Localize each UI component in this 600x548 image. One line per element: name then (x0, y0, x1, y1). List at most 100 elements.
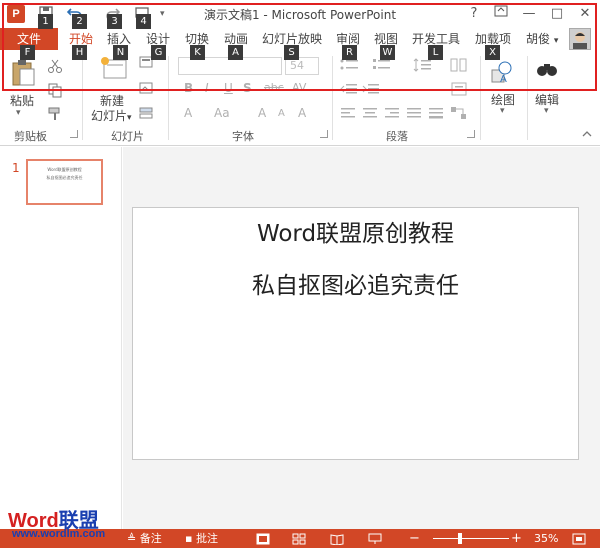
avatar[interactable] (569, 28, 591, 50)
comments-icon: ▪ (185, 532, 193, 545)
clipboard-launcher-icon[interactable] (70, 130, 78, 138)
paste-icon[interactable] (10, 58, 36, 91)
group-label-font: 字体 (232, 130, 254, 143)
group-label-paragraph: 段落 (386, 130, 408, 143)
group-separator (527, 56, 528, 140)
zoom-in-button[interactable]: + (511, 529, 522, 548)
maximize-icon[interactable]: □ (546, 4, 568, 24)
drawing-icon[interactable]: A (490, 60, 514, 87)
text-direction-icon[interactable] (450, 82, 468, 99)
keytip-qat-2: 2 (72, 14, 87, 29)
fit-slide-icon[interactable] (572, 529, 586, 548)
text-shadow-icon[interactable]: S (243, 81, 252, 95)
customize-qat-icon[interactable]: ▾ (160, 5, 178, 23)
line-spacing-icon[interactable] (413, 58, 433, 75)
decrease-font-size-icon[interactable]: A (278, 108, 285, 119)
columns-icon[interactable] (450, 58, 468, 75)
help-icon[interactable]: ? (463, 4, 485, 24)
title-bar: P ▾ 演示文稿1 - Microsoft PowerPoint ? — □ ✕ (0, 0, 600, 28)
italic-icon[interactable]: I (205, 81, 209, 95)
strikethrough-icon[interactable]: abc (264, 81, 284, 94)
keytip-slide-show: S (284, 45, 299, 60)
chevron-down-icon: ▾ (127, 113, 132, 123)
zoom-slider[interactable] (433, 538, 509, 539)
font-launcher-icon[interactable] (320, 130, 328, 138)
zoom-slider-thumb[interactable] (457, 533, 462, 544)
ribbon: 粘贴 ▾ 剪贴板 新建 幻灯片▾ 幻灯片 54 B I U S abc AV A… (0, 50, 600, 146)
clear-formatting-icon[interactable]: A (298, 106, 306, 120)
notes-label: 备注 (139, 532, 162, 545)
group-separator (332, 56, 333, 140)
collapse-ribbon-icon[interactable] (582, 130, 592, 141)
watermark-url: www.wordlm.com (12, 528, 106, 540)
numbering-icon[interactable] (372, 58, 392, 75)
comments-button[interactable]: ▪ 批注 (185, 529, 218, 548)
keytip-animations: A (228, 45, 243, 60)
character-spacing-icon[interactable]: AV (292, 81, 306, 94)
chevron-down-icon: ▾ (553, 36, 559, 46)
svg-text:A: A (500, 74, 507, 84)
slide-sorter-icon[interactable] (292, 529, 306, 548)
keytip-home: H (72, 45, 87, 60)
distributed-icon[interactable] (428, 106, 444, 123)
keytip-qat-3: 3 (107, 14, 122, 29)
slide-title[interactable]: Word联盟原创教程 (133, 214, 578, 248)
paste-dropdown-icon[interactable]: ▾ (16, 108, 21, 118)
group-separator (82, 56, 83, 140)
slide-thumbnail[interactable]: Word联盟原创教程 私自抠图必追究责任 (26, 159, 103, 205)
section-icon[interactable] (139, 106, 157, 123)
keytip-design: G (151, 45, 166, 60)
comments-label: 批注 (195, 532, 218, 545)
underline-icon[interactable]: U (224, 81, 233, 95)
increase-font-size-icon[interactable]: A (258, 106, 266, 120)
slide-show-icon[interactable] (368, 529, 382, 548)
thumbnail-subtitle: 私自抠图必追究责任 (46, 175, 83, 180)
paragraph-launcher-icon[interactable] (467, 130, 475, 138)
text-color-icon[interactable]: A (184, 106, 192, 120)
paste-label[interactable]: 粘贴 (10, 92, 34, 109)
powerpoint-logo-icon[interactable]: P (7, 5, 25, 23)
group-label-slides: 幻灯片 (111, 130, 144, 143)
zoom-out-button[interactable]: − (409, 529, 420, 548)
ribbon-display-options-icon[interactable] (490, 4, 512, 24)
bullets-icon[interactable] (340, 58, 360, 75)
editing-dropdown-icon[interactable]: ▾ (544, 106, 549, 116)
align-left-icon[interactable] (340, 106, 356, 123)
decrease-indent-icon[interactable] (340, 82, 358, 99)
notes-icon: ≜ (127, 532, 137, 545)
slide-subtitle[interactable]: 私自抠图必追究责任 (133, 266, 578, 300)
format-painter-icon[interactable] (47, 106, 63, 125)
new-slide-icon[interactable] (100, 56, 128, 85)
notes-button[interactable]: ≜ 备注 (127, 529, 162, 548)
group-label-clipboard: 剪贴板 (14, 130, 47, 143)
cut-icon[interactable] (47, 58, 63, 77)
align-right-icon[interactable] (384, 106, 400, 123)
close-icon[interactable]: ✕ (574, 4, 596, 24)
keytip-file: F (20, 45, 35, 60)
normal-view-icon[interactable] (256, 529, 270, 548)
group-separator (168, 56, 169, 140)
keytip-developer: L (428, 45, 443, 60)
zoom-level[interactable]: 35% (534, 529, 558, 548)
justify-icon[interactable] (406, 106, 422, 123)
binoculars-icon[interactable] (536, 60, 558, 81)
slide-canvas[interactable]: Word联盟原创教程 私自抠图必追究责任 (132, 207, 579, 460)
minimize-icon[interactable]: — (518, 4, 540, 24)
align-center-icon[interactable] (362, 106, 378, 123)
drawing-dropdown-icon[interactable]: ▾ (500, 106, 505, 116)
new-slide-label-2[interactable]: 幻灯片▾ (91, 107, 132, 124)
reset-slide-icon[interactable] (139, 82, 157, 99)
increase-indent-icon[interactable] (362, 82, 380, 99)
change-case-icon[interactable]: Aa (214, 106, 230, 120)
keytip-review: R (342, 45, 357, 60)
smartart-icon[interactable] (450, 106, 468, 123)
keytip-qat-1: 1 (38, 14, 53, 29)
keytip-view: W (380, 45, 395, 60)
bold-icon[interactable]: B (184, 81, 193, 95)
user-name[interactable]: 胡俊 ▾ (526, 28, 558, 50)
group-separator (480, 56, 481, 140)
keytip-insert: N (113, 45, 128, 60)
reading-view-icon[interactable] (330, 529, 344, 548)
keytip-transitions: K (190, 45, 205, 60)
copy-icon[interactable] (47, 82, 63, 101)
